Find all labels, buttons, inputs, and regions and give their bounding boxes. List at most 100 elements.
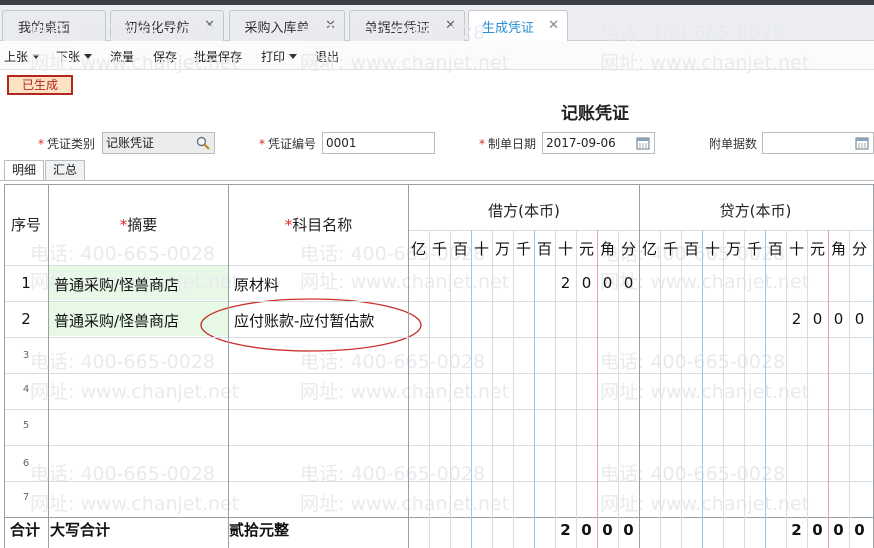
unit-col-line: [660, 230, 661, 548]
amount-digit: 0: [623, 521, 634, 539]
category-field[interactable]: 记账凭证: [102, 132, 215, 154]
unit-header: 十: [557, 240, 573, 258]
watermark-site: 网址: www.chanjet.net: [600, 381, 810, 403]
calendar-icon[interactable]: [855, 136, 869, 150]
row-number: 3: [22, 350, 30, 361]
tab-purchase-receipt[interactable]: 采购入库单 ✕: [229, 10, 345, 41]
row-number: 7: [22, 492, 30, 503]
number-field[interactable]: 0001: [322, 132, 435, 154]
header-account: *科目名称: [284, 216, 353, 234]
tab-summary[interactable]: 汇总: [45, 160, 85, 180]
unit-col-line: [471, 230, 472, 548]
exit-button[interactable]: 退出: [315, 48, 339, 65]
tab-label: 生成凭证: [481, 21, 534, 36]
row-number: 4: [22, 384, 30, 395]
amount-digit: 0: [602, 274, 613, 292]
unit-header: 万: [494, 240, 510, 258]
total-caps-label: 大写合计: [50, 521, 111, 539]
unit-header: 千: [662, 240, 678, 258]
unit-header: 千: [746, 240, 762, 258]
unit-col-line: [849, 230, 850, 548]
tab-generate-voucher[interactable]: 生成凭证 ✕: [468, 10, 568, 42]
unit-col-line: [744, 230, 745, 548]
print-button[interactable]: 打印: [261, 48, 298, 65]
tab-bar: 我的桌面 初始化导航 ✕ 采购入库单 ✕ 单据生凭证 ✕ 生成凭证 ✕: [0, 5, 874, 42]
voucher-grid: 电话: 400-665-0028 电话: 400-665-0028 电话: 40…: [4, 184, 874, 548]
unit-col-line: [492, 230, 493, 548]
watermark-site: 网址: www.chanjet.net: [600, 493, 810, 515]
unit-header: 分: [851, 240, 867, 258]
unit-header: 万: [725, 240, 741, 258]
date-value: 2017-09-06: [546, 136, 616, 150]
header-summary: *摘要: [119, 216, 158, 234]
tab-label: 我的桌面: [17, 20, 70, 36]
search-icon[interactable]: [196, 136, 210, 150]
row-number: 1: [21, 274, 31, 292]
close-icon[interactable]: ✕: [325, 18, 336, 34]
row-summary[interactable]: 普通采购/怪兽商店: [54, 310, 179, 331]
row-number: 2: [21, 310, 31, 328]
attach-field[interactable]: [762, 132, 874, 154]
unit-header: 千: [431, 240, 447, 258]
unit-header: 元: [578, 240, 594, 258]
amount-digit: 2: [560, 274, 571, 292]
amount-digit: 0: [812, 310, 823, 328]
unit-col-line: [450, 230, 451, 548]
calendar-icon[interactable]: [636, 136, 650, 150]
unit-header: 十: [704, 240, 720, 258]
header-credit: 贷方(本币): [719, 202, 792, 220]
unit-header: 角: [599, 240, 615, 258]
grid-col-line: [228, 184, 229, 548]
prev-button[interactable]: 上张: [4, 48, 41, 65]
row-number: 5: [22, 420, 30, 431]
watermark-phone: 电话: 400-665-0028: [600, 351, 786, 373]
page-title: 记账凭证: [561, 104, 629, 124]
tab-document-voucher[interactable]: 单据生凭证 ✕: [349, 10, 465, 41]
highlight-ellipse: [200, 298, 422, 352]
tab-label: 采购入库单: [244, 20, 310, 36]
grid-top-line: [4, 184, 874, 185]
total-label: 合计: [10, 521, 41, 539]
unit-col-line: [786, 230, 787, 548]
row-number: 6: [22, 458, 30, 469]
date-label: * 制单日期: [479, 137, 537, 151]
tab-detail[interactable]: 明细: [4, 160, 44, 181]
number-label: * 凭证编号: [259, 137, 317, 151]
status-badge: 已生成: [7, 75, 73, 95]
close-icon[interactable]: ✕: [548, 18, 559, 34]
tab-label: 初始化导航: [124, 20, 190, 36]
amount-digit: 0: [854, 521, 865, 539]
tab-init-guide[interactable]: 初始化导航 ✕: [110, 10, 224, 41]
close-icon[interactable]: ✕: [204, 18, 215, 34]
header-seq: 序号: [10, 216, 41, 234]
total-caps-value: 贰拾元整: [229, 521, 290, 539]
batch-save-button[interactable]: 批量保存: [194, 48, 242, 65]
close-icon[interactable]: ✕: [445, 18, 456, 34]
next-button[interactable]: 下张: [56, 48, 93, 65]
watermark-site: 网址: www.chanjet.net: [300, 381, 510, 403]
unit-header: 百: [683, 240, 699, 258]
unit-header: 角: [830, 240, 846, 258]
amount-digit: 0: [623, 274, 634, 292]
amount-digit: 0: [812, 521, 823, 539]
chevron-down-icon: [32, 54, 41, 59]
tab-desktop[interactable]: 我的桌面: [2, 10, 106, 41]
unit-col-line: [429, 230, 430, 548]
number-value: 0001: [326, 136, 357, 150]
amount-digit: 0: [854, 310, 865, 328]
row-account[interactable]: 原材料: [234, 274, 279, 295]
amount-digit: 0: [602, 521, 613, 539]
unit-header: 百: [452, 240, 468, 258]
flow-button[interactable]: 流量: [110, 48, 134, 65]
unit-header: 十: [788, 240, 804, 258]
grid-col-line: [4, 184, 5, 548]
save-button[interactable]: 保存: [153, 48, 177, 65]
next-label: 下张: [56, 50, 81, 64]
print-label: 打印: [261, 50, 286, 64]
date-field[interactable]: 2017-09-06: [542, 132, 655, 154]
unit-col-line: [723, 230, 724, 548]
unit-col-line: [828, 230, 829, 548]
row-summary[interactable]: 普通采购/怪兽商店: [54, 274, 179, 295]
unit-col-line: [702, 230, 703, 548]
watermark-site: 网址: www.chanjet.net: [300, 271, 510, 293]
